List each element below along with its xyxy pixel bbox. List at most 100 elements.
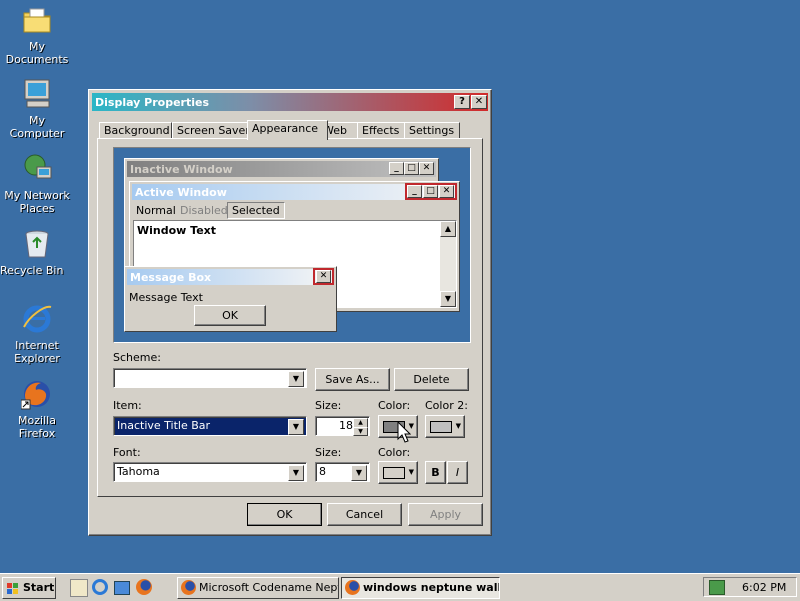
item-value: Inactive Title Bar: [117, 419, 211, 432]
window-title: Display Properties: [95, 96, 210, 109]
spin-down-icon[interactable]: ▼: [353, 427, 368, 436]
apply-button[interactable]: Apply: [408, 503, 483, 526]
help-button[interactable]: ?: [454, 95, 470, 109]
item-size-label: Size:: [315, 399, 342, 412]
close-icon: ✕: [316, 270, 331, 283]
icon-label: My Documents: [5, 40, 69, 66]
task-button-codename[interactable]: Microsoft Codename Nept...: [177, 577, 339, 599]
preview-active-title: Active Window: [135, 186, 227, 199]
item-label: Item:: [113, 399, 142, 412]
preview-inactive-title-bar: Inactive Window _ □ ✕: [127, 161, 436, 177]
preview-msgbox-title-bar: Message Box ✕: [127, 268, 334, 285]
chevron-down-icon[interactable]: ▼: [288, 371, 304, 387]
preview-message-box: Message Box ✕ Message Text OK: [124, 266, 337, 332]
icon-label: My Computer: [9, 114, 65, 140]
taskbar: Start Microsoft Codename Nept... windows…: [0, 573, 800, 601]
preview-menu-bar: Normal Disabled Selected: [134, 202, 434, 219]
task-label: windows neptune wall...: [363, 581, 500, 594]
italic-toggle[interactable]: I: [447, 461, 468, 484]
close-button[interactable]: ✕: [471, 95, 487, 109]
mouse-cursor-icon: [397, 420, 412, 443]
color-swatch: [383, 467, 405, 479]
item-color2-label: Color 2:: [425, 399, 468, 412]
delete-button[interactable]: Delete: [394, 368, 469, 391]
chevron-down-icon: ▼: [408, 468, 414, 476]
windows-logo-icon: [7, 582, 19, 594]
maximize-icon: □: [423, 185, 438, 198]
desktop-icon-my-network-places[interactable]: My Network Places: [0, 153, 74, 215]
scheme-dropdown[interactable]: ▼: [113, 368, 307, 388]
preview-menu-disabled: Disabled: [180, 204, 228, 217]
preview-window-text: Window Text: [137, 224, 217, 237]
chevron-down-icon[interactable]: ▼: [288, 419, 304, 435]
font-value: Tahoma: [117, 465, 160, 478]
preview-menu-selected: Selected: [227, 202, 285, 219]
task-label: Microsoft Codename Nept...: [199, 581, 339, 594]
font-size-dropdown[interactable]: 8 ▼: [315, 462, 370, 482]
icon-label: Internet Explorer: [14, 339, 60, 365]
font-size-value: 8: [319, 465, 326, 478]
internet-explorer-icon[interactable]: [92, 579, 108, 595]
chevron-down-icon[interactable]: ▼: [351, 465, 367, 481]
cancel-button[interactable]: Cancel: [327, 503, 402, 526]
chevron-down-icon: ▼: [455, 422, 461, 430]
scroll-up-icon: ▲: [440, 221, 456, 237]
network-icon: [21, 153, 53, 185]
computer-icon: [21, 78, 53, 110]
font-label: Font:: [113, 446, 141, 459]
minimize-icon: _: [389, 162, 404, 175]
desktop-icon-my-documents[interactable]: My Documents: [0, 4, 74, 66]
ok-button[interactable]: OK: [247, 503, 322, 526]
scheme-label: Scheme:: [113, 351, 161, 364]
recycle-bin-icon: [21, 228, 53, 260]
icon-label: Mozilla Firefox: [18, 414, 56, 440]
title-bar[interactable]: Display Properties ? ✕: [92, 93, 488, 111]
font-dropdown[interactable]: Tahoma ▼: [113, 462, 307, 482]
preview-msgbox-ok: OK: [194, 305, 266, 326]
maximize-icon: □: [404, 162, 419, 175]
preview-active-title-bar: Active Window _ □ ✕: [132, 183, 457, 200]
chevron-down-icon[interactable]: ▼: [288, 465, 304, 481]
bold-toggle[interactable]: B: [425, 461, 446, 484]
internet-explorer-icon: [21, 303, 53, 335]
font-color-label: Color:: [378, 446, 411, 459]
desktop-icon-recycle-bin[interactable]: Recycle Bin: [0, 228, 74, 277]
preview-inactive-title: Inactive Window: [130, 163, 233, 176]
close-icon: ✕: [439, 185, 454, 198]
font-color-picker[interactable]: ▼: [378, 461, 418, 484]
icon-label: My Network Places: [4, 189, 70, 215]
item-size-value: 18: [339, 419, 353, 432]
folder-icon: [21, 4, 53, 36]
item-dropdown[interactable]: Inactive Title Bar ▼: [113, 416, 307, 436]
tab-screen-saver[interactable]: Screen Saver: [172, 122, 251, 139]
task-button-neptune-wallpaper[interactable]: windows neptune wall...: [341, 577, 500, 599]
tab-settings[interactable]: Settings: [404, 122, 460, 139]
desktop-icon-my-computer[interactable]: My Computer: [0, 78, 74, 140]
desktop-icon-mozilla-firefox[interactable]: Mozilla Firefox: [0, 378, 74, 440]
system-tray: 6:02 PM: [703, 577, 797, 597]
network-tray-icon[interactable]: [709, 580, 725, 595]
tab-appearance[interactable]: Appearance: [247, 120, 328, 140]
firefox-icon: [20, 378, 53, 410]
preview-scrollbar: ▲ ▼: [440, 221, 456, 307]
start-button[interactable]: Start: [2, 577, 56, 599]
tab-background[interactable]: Background: [99, 122, 172, 139]
firefox-icon: [345, 580, 360, 595]
firefox-icon: [181, 580, 196, 595]
show-desktop-icon[interactable]: [70, 579, 88, 597]
save-as-button[interactable]: Save As...: [315, 368, 390, 391]
minimize-icon: _: [407, 185, 422, 198]
color-swatch: [430, 421, 452, 433]
item-size-spinner[interactable]: 18 ▲ ▼: [315, 416, 370, 436]
clock[interactable]: 6:02 PM: [742, 581, 786, 594]
outlook-express-icon[interactable]: [114, 581, 130, 595]
quick-launch: [70, 579, 165, 597]
desktop-icon-internet-explorer[interactable]: Internet Explorer: [0, 303, 74, 365]
start-label: Start: [23, 581, 55, 594]
firefox-icon[interactable]: [136, 579, 152, 595]
close-icon: ✕: [419, 162, 434, 175]
item-color2-picker[interactable]: ▼: [425, 415, 465, 438]
item-color-label: Color:: [378, 399, 411, 412]
tab-effects[interactable]: Effects: [357, 122, 405, 139]
scheme-preview: Inactive Window _ □ ✕ Active Window _ □ …: [113, 147, 471, 343]
